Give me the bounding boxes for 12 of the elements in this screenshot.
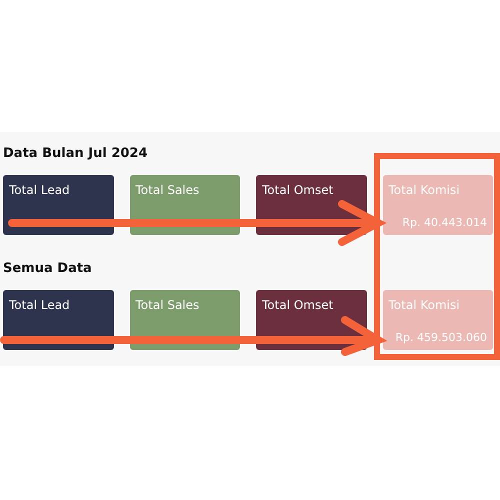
card-value: Rp. 459.503.060 [395,331,487,344]
card-label: Total Lead [9,183,71,197]
card-label: Total Sales [136,298,200,312]
card-label: Total Sales [136,183,200,197]
card-label: Total Omset [262,298,334,312]
section-title: Semua Data [3,261,93,276]
card-label: Total Komisi [388,298,461,312]
card-label: Total Omset [262,183,334,197]
card-value: Rp. 40.443.014 [402,216,487,229]
card-label: Total Komisi [388,183,461,197]
card-label: Total Lead [9,298,71,312]
section-title: Data Bulan Jul 2024 [3,146,149,161]
